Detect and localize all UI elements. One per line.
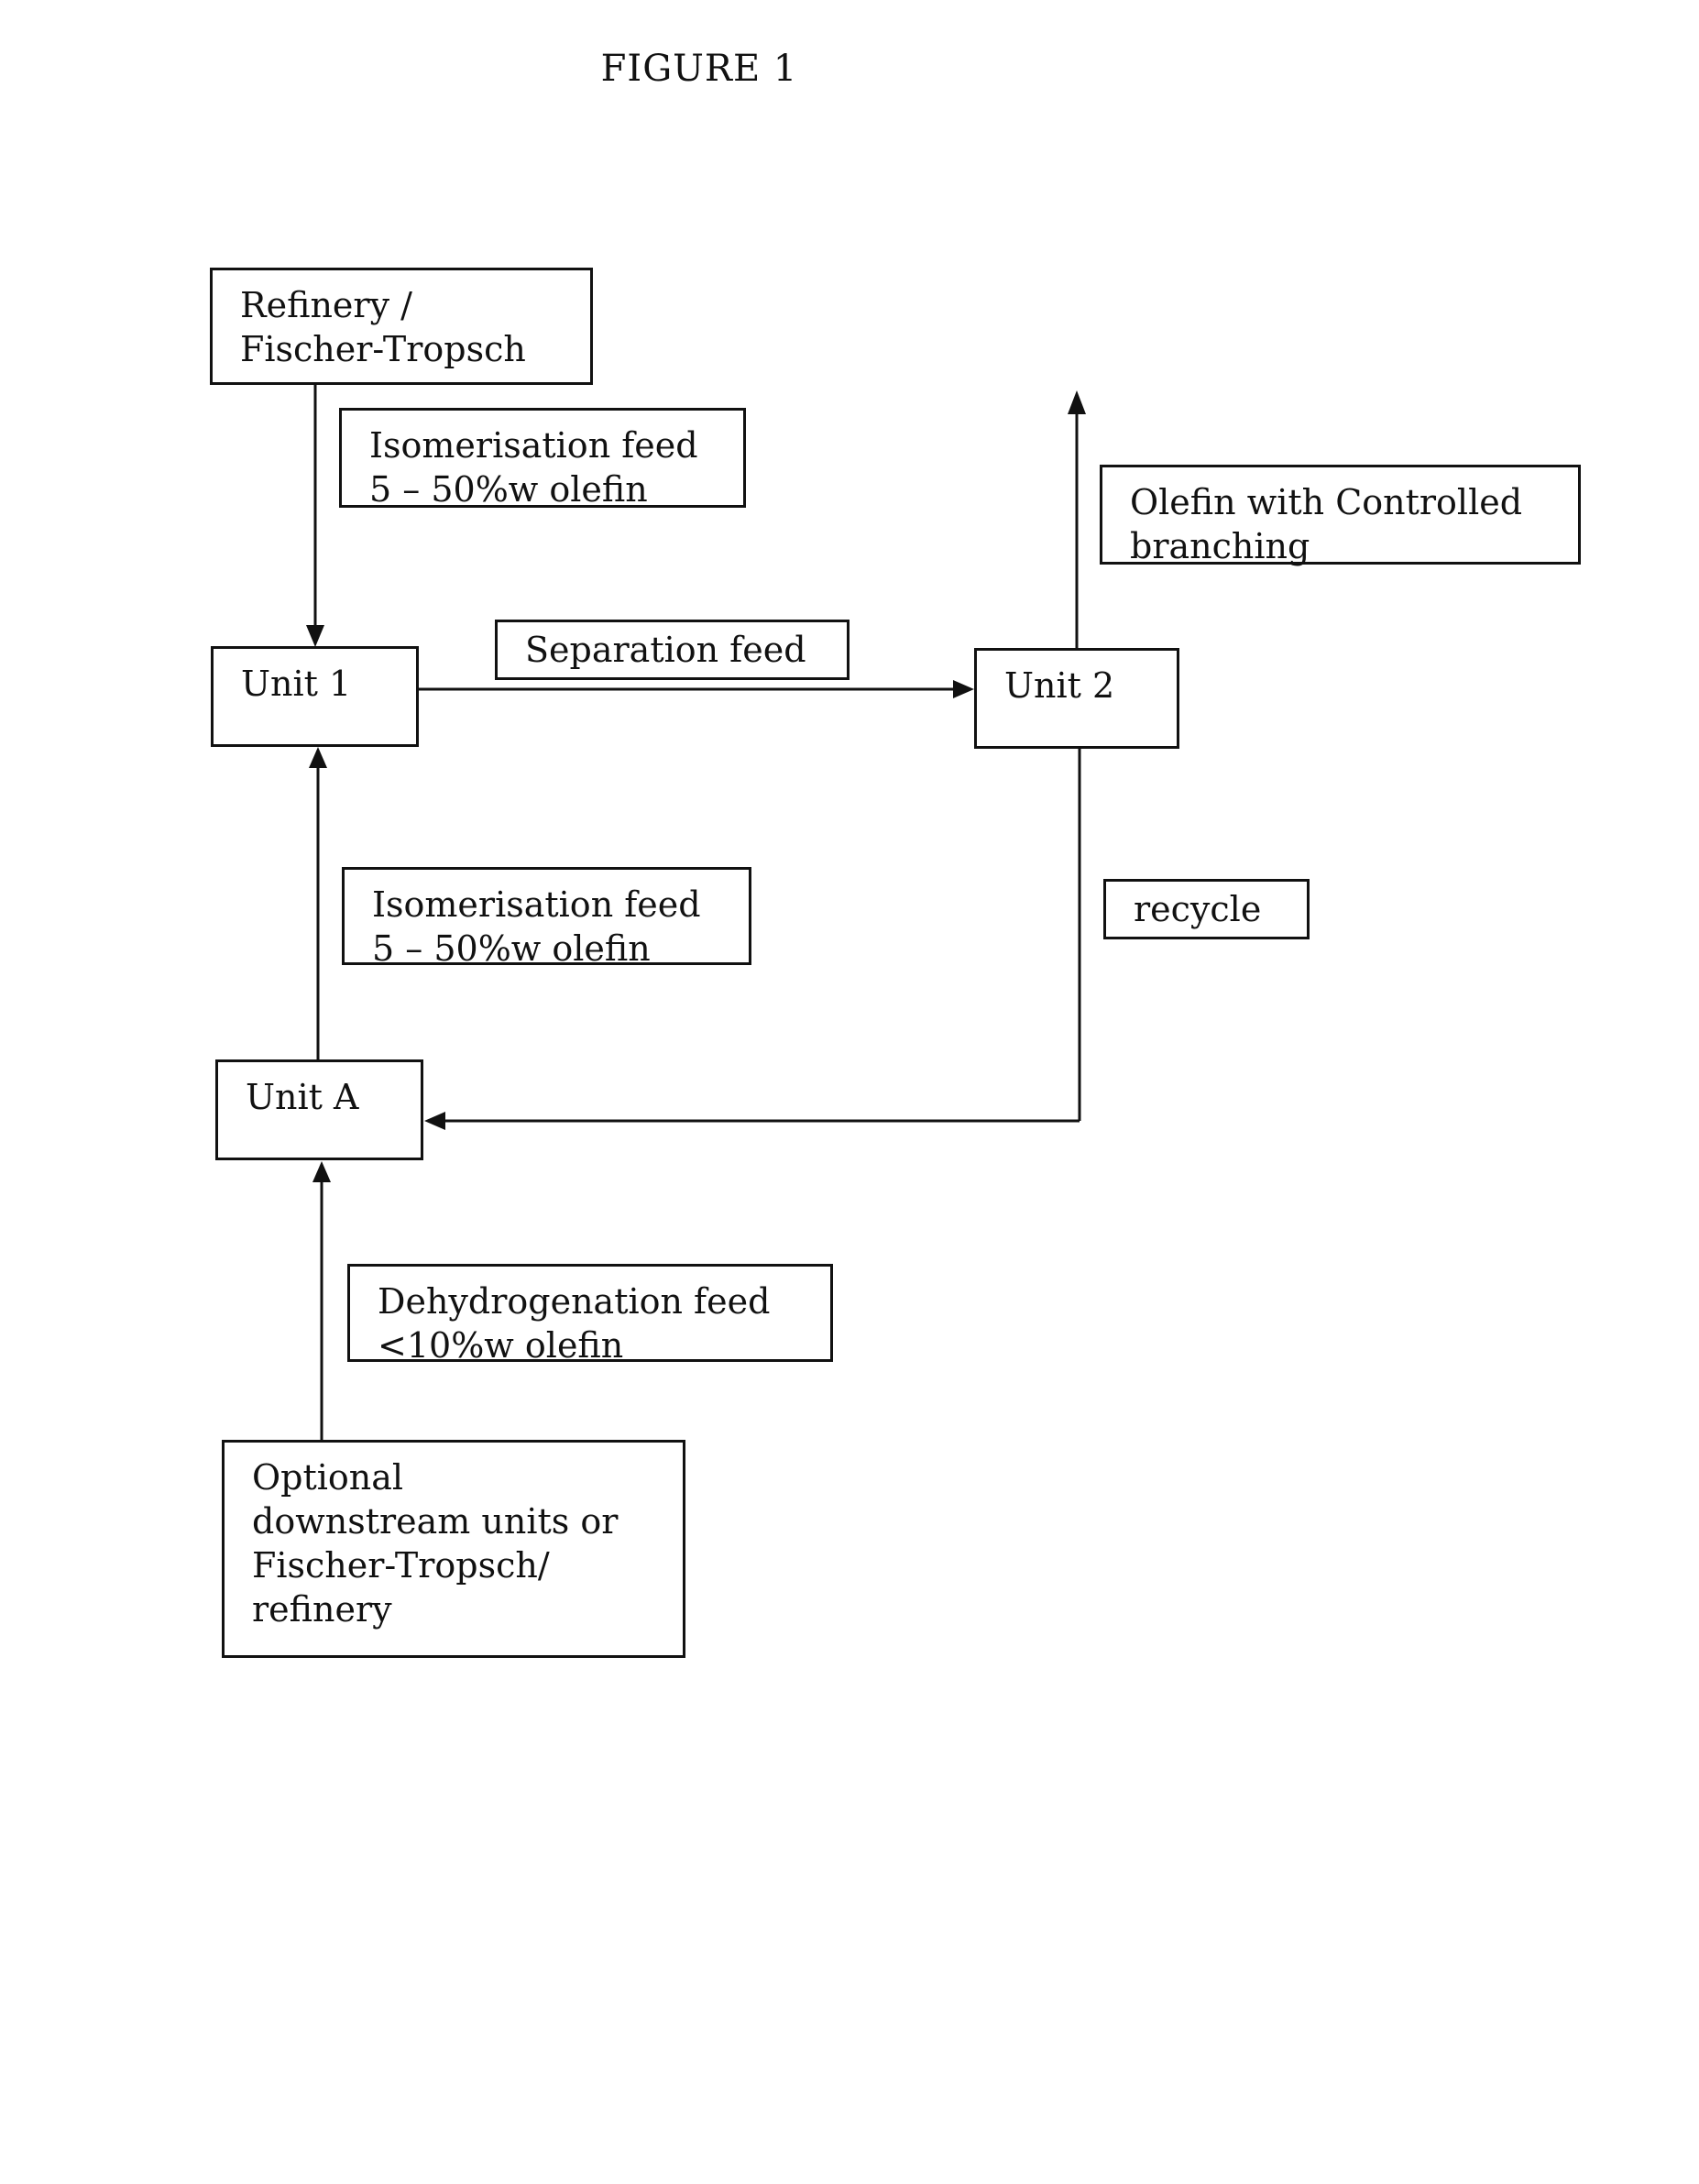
label-text: Dehydrogenation feed bbox=[378, 1281, 771, 1322]
label-olefin-output: Olefin with Controlled branching bbox=[1100, 465, 1581, 566]
node-unit-2: Unit 2 bbox=[974, 648, 1179, 749]
label-recycle: recycle bbox=[1103, 879, 1310, 939]
arrowhead-down-icon bbox=[306, 625, 324, 647]
node-text: Refinery / bbox=[240, 285, 412, 325]
label-separation-feed: Separation feed bbox=[495, 620, 850, 680]
label-text: Olefin with Controlled bbox=[1130, 482, 1523, 522]
node-text: Unit 2 bbox=[1004, 665, 1115, 706]
node-text: Unit 1 bbox=[241, 664, 352, 704]
node-text: refinery bbox=[252, 1589, 392, 1630]
node-text: Optional bbox=[252, 1457, 404, 1498]
arrowhead-up-icon bbox=[1068, 390, 1086, 414]
label-text: 5 – 50%w olefin bbox=[372, 928, 651, 969]
arrowhead-left-icon bbox=[424, 1112, 445, 1130]
label-text: Isomerisation feed bbox=[372, 884, 701, 925]
node-unit-1: Unit 1 bbox=[211, 646, 419, 747]
node-refinery: Refinery / Fischer-Tropsch bbox=[210, 268, 593, 385]
label-text: 5 – 50%w olefin bbox=[369, 469, 648, 510]
node-unit-a: Unit A bbox=[215, 1059, 423, 1160]
node-text: downstream units or bbox=[252, 1501, 619, 1542]
label-text: Isomerisation feed bbox=[369, 425, 698, 466]
label-text: <10%w olefin bbox=[378, 1325, 624, 1366]
node-text: Fischer-Tropsch bbox=[240, 329, 526, 369]
label-isomerisation-feed-top: Isomerisation feed 5 – 50%w olefin bbox=[339, 408, 746, 510]
arrowhead-up-icon bbox=[312, 1161, 331, 1182]
label-text: Separation feed bbox=[525, 630, 806, 670]
label-isomerisation-feed-bottom: Isomerisation feed 5 – 50%w olefin bbox=[342, 867, 751, 969]
node-text: Unit A bbox=[246, 1077, 359, 1117]
label-text: branching bbox=[1130, 526, 1310, 566]
label-text: recycle bbox=[1134, 889, 1262, 929]
arrowhead-right-icon bbox=[953, 680, 974, 698]
label-dehydrogenation-feed: Dehydrogenation feed <10%w olefin bbox=[347, 1264, 833, 1366]
node-optional-downstream: Optional downstream units or Fischer-Tro… bbox=[222, 1440, 685, 1658]
node-text: Fischer-Tropsch/ bbox=[252, 1545, 550, 1586]
arrowhead-up-icon bbox=[309, 747, 327, 768]
